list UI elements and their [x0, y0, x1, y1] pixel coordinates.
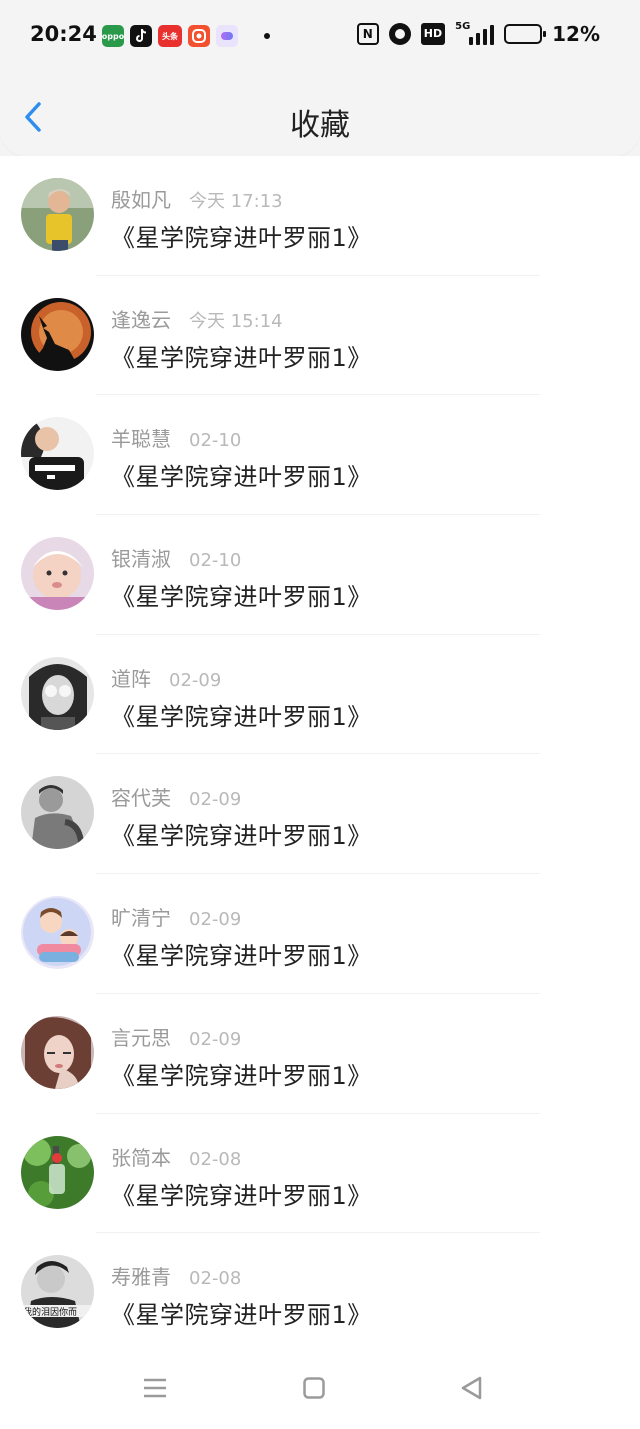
item-meta: 道阵 02-09	[111, 663, 221, 692]
status-bar: 20:24 oppo 头条 N HD 5G 12%	[0, 0, 640, 72]
favorite-item[interactable]: 殷如凡 今天 17:13 《星学院穿进叶罗丽1》	[0, 156, 640, 276]
oppo-app-icon: oppo	[102, 25, 124, 47]
avatar-image	[21, 178, 94, 251]
favorite-item[interactable]: 银清淑 02-10 《星学院穿进叶罗丽1》	[0, 515, 640, 635]
book-title[interactable]: 《星学院穿进叶罗丽1》	[111, 457, 372, 492]
avatar-caption-text: 我的泪因你而	[23, 1306, 77, 1318]
item-meta: 逢逸云 今天 15:14	[111, 304, 283, 333]
more-notifications-dot	[264, 33, 270, 39]
avatar[interactable]	[21, 417, 94, 491]
favorite-item[interactable]: 道阵 02-09 《星学院穿进叶罗丽1》	[0, 635, 640, 755]
favorite-date: 02-09	[189, 789, 242, 811]
alarm-icon	[388, 23, 411, 45]
avatar[interactable]	[21, 297, 94, 371]
user-name[interactable]: 殷如凡	[111, 184, 171, 213]
avatar[interactable]	[21, 1135, 94, 1209]
avatar[interactable]	[21, 537, 94, 611]
book-title[interactable]: 《星学院穿进叶罗丽1》	[111, 936, 372, 971]
favorite-date: 02-08	[189, 1148, 242, 1170]
item-meta: 容代芙 02-09	[111, 782, 241, 811]
user-name[interactable]: 羊聪慧	[111, 423, 171, 452]
avatar-image	[21, 1135, 94, 1209]
avatar-image	[21, 776, 94, 850]
book-title[interactable]: 《星学院穿进叶罗丽1》	[111, 816, 372, 851]
battery-icon	[504, 24, 547, 44]
orange-app-icon	[188, 25, 210, 47]
item-meta: 旷清宁 02-09	[111, 902, 241, 931]
user-name[interactable]: 逢逸云	[111, 304, 171, 333]
favorite-date: 02-08	[189, 1268, 242, 1290]
back-nav-button[interactable]	[451, 1368, 491, 1408]
favorite-item[interactable]: 容代芙 02-09 《星学院穿进叶罗丽1》	[0, 754, 640, 875]
toutiao-icon: 头条	[158, 25, 182, 47]
favorites-list: 殷如凡 今天 17:13 《星学院穿进叶罗丽1》 逢逸云 今天 15:14 《星学院穿进叶…	[0, 156, 640, 1353]
favorite-date: 02-09	[169, 669, 222, 691]
home-button[interactable]	[294, 1368, 334, 1408]
system-nav-bar	[0, 1344, 640, 1429]
network-type-label: 5G	[455, 21, 471, 32]
favorite-item[interactable]: 逢逸云 今天 15:14 《星学院穿进叶罗丽1》	[0, 276, 640, 396]
book-title[interactable]: 《星学院穿进叶罗丽1》	[111, 1176, 372, 1211]
favorite-date: 02-09	[189, 909, 242, 931]
user-name[interactable]: 张简本	[111, 1142, 171, 1171]
favorite-item[interactable]: 羊聪慧 02-10 《星学院穿进叶罗丽1》	[0, 395, 640, 516]
avatar-image	[21, 656, 94, 730]
favorite-item[interactable]: 言元思 02-09 《星学院穿进叶罗丽1》	[0, 994, 640, 1114]
menu-button[interactable]	[135, 1368, 175, 1408]
favorite-date: 02-10	[189, 430, 242, 452]
back-triangle-icon	[461, 1376, 482, 1400]
avatar[interactable]	[21, 656, 94, 730]
book-title[interactable]: 《星学院穿进叶罗丽1》	[111, 218, 372, 253]
user-name[interactable]: 旷清宁	[111, 902, 171, 931]
item-meta: 言元思 02-09	[111, 1022, 241, 1051]
user-name[interactable]: 道阵	[111, 663, 151, 692]
hd-icon: HD	[420, 23, 446, 45]
avatar-image	[21, 896, 94, 970]
system-icons: N HD 5G 12%	[356, 21, 600, 46]
user-name[interactable]: 言元思	[111, 1022, 171, 1051]
user-name[interactable]: 寿雅青	[111, 1261, 171, 1290]
item-meta: 殷如凡 今天 17:13	[111, 184, 283, 213]
user-name[interactable]: 银清淑	[111, 543, 171, 572]
purple-app-icon	[216, 25, 238, 47]
book-title[interactable]: 《星学院穿进叶罗丽1》	[111, 338, 372, 373]
avatar-image: 我的泪因你而	[21, 1255, 94, 1329]
item-meta: 寿雅青 02-08	[111, 1261, 241, 1290]
favorite-date: 02-10	[189, 550, 242, 572]
avatar[interactable]	[21, 1015, 94, 1089]
book-title[interactable]: 《星学院穿进叶罗丽1》	[111, 697, 372, 732]
favorite-date: 今天 17:13	[189, 191, 283, 212]
favorites-screen: 20:24 oppo 头条 N HD 5G 12% 收藏 殷如凡 今天 17:1…	[0, 0, 640, 1429]
favorite-date: 02-09	[189, 1028, 242, 1050]
avatar-image	[21, 537, 94, 611]
tiktok-icon	[130, 25, 152, 47]
avatar[interactable]: 我的泪因你而	[21, 1255, 94, 1329]
avatar-image	[21, 417, 94, 491]
item-meta: 张简本 02-08	[111, 1142, 241, 1171]
avatar[interactable]	[21, 178, 94, 251]
page-title: 收藏	[290, 108, 350, 143]
user-name[interactable]: 容代芙	[111, 782, 171, 811]
favorite-item[interactable]: 旷清宁 02-09 《星学院穿进叶罗丽1》	[0, 874, 640, 994]
avatar[interactable]	[21, 776, 94, 850]
avatar-image	[21, 297, 94, 371]
item-meta: 银清淑 02-10	[111, 543, 241, 572]
favorite-date: 今天 15:14	[189, 310, 283, 332]
book-title[interactable]: 《星学院穿进叶罗丽1》	[111, 577, 372, 612]
status-time: 20:24	[30, 22, 97, 46]
book-title[interactable]: 《星学院穿进叶罗丽1》	[111, 1295, 372, 1330]
favorite-item[interactable]: 我的泪因你而 寿雅青 02-08 《星学院穿进叶罗丽1》	[0, 1233, 640, 1353]
favorite-item[interactable]: 张简本 02-08 《星学院穿进叶罗丽1》	[0, 1114, 640, 1234]
book-title[interactable]: 《星学院穿进叶罗丽1》	[111, 1056, 372, 1091]
home-icon	[303, 1377, 325, 1399]
signal-icon: 5G	[455, 21, 495, 45]
nfc-icon: N	[356, 23, 379, 45]
avatar[interactable]	[21, 896, 94, 970]
menu-icon	[144, 1378, 166, 1398]
header: 收藏	[0, 72, 640, 156]
item-meta: 羊聪慧 02-10	[111, 423, 241, 452]
battery-percent: 12%	[552, 22, 600, 46]
avatar-image	[21, 1015, 94, 1089]
notification-icons: oppo 头条	[102, 25, 270, 47]
